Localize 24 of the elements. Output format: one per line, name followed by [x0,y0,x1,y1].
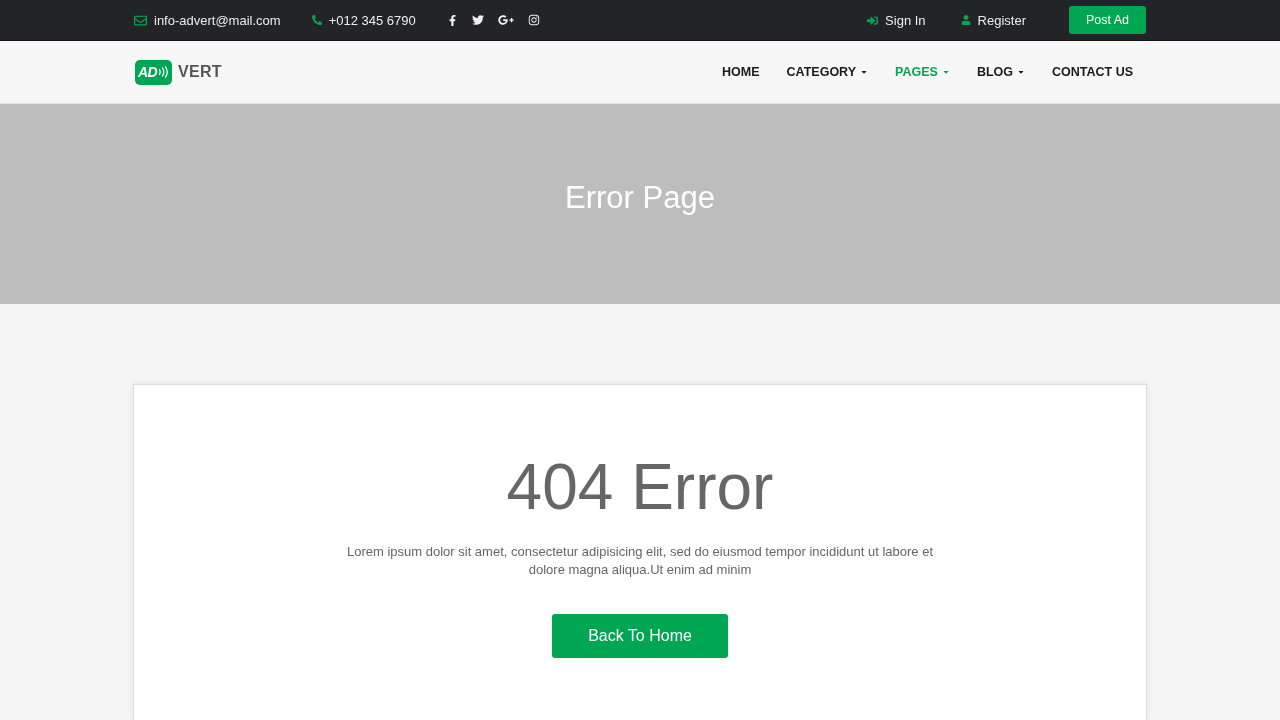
logo-text: VERT [178,63,222,81]
top-link[interactable]: Sign In [885,12,926,28]
mail-icon [134,13,147,27]
error-heading: 404 Error [506,452,774,522]
caret-icon [941,68,950,76]
nav-link[interactable]: CONTACT US [1052,65,1133,79]
instagram-icon[interactable] [527,14,540,26]
nav-link[interactable]: CATEGORY [786,65,869,79]
nav-link[interactable]: HOME [722,65,760,79]
google-plus-icon[interactable] [497,12,514,28]
caret-icon [860,68,869,76]
nav-link[interactable]: BLOG [976,65,1025,79]
phone-text: +012 345 6790 [328,12,416,28]
user-icon [960,15,971,25]
page-title: Error Page [565,180,715,216]
caret-icon [1017,68,1025,76]
sound-waves-icon [158,66,170,78]
email-text: info-advert@mail.com [154,12,281,28]
phone-icon [311,15,322,25]
sign-in-icon [867,14,879,26]
top-link[interactable]: Register [977,12,1026,28]
error-message: Lorem ipsum dolor sit amet, consectetur adipisicing elit, sed do eiusmod tempor incididunt ut labore et dolore magna aliqua.Ut enim ad minim [346,543,934,579]
twitter-icon[interactable] [471,14,484,26]
logo-initials: AD [137,64,158,80]
